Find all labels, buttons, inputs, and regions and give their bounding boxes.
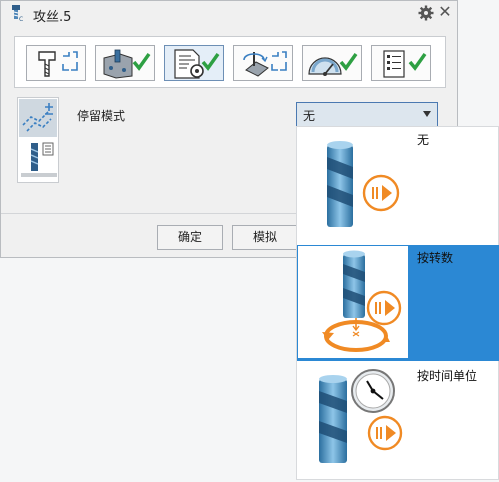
tap-tool-icon: C <box>12 5 23 22</box>
tap-params-tab[interactable] <box>19 139 57 177</box>
dwell-mode-value: 无 <box>303 109 316 123</box>
title-bar[interactable]: C 攻丝.5 ✕ <box>1 1 457 27</box>
dwell-mode-label: 停留模式 <box>77 109 126 123</box>
geometry-button[interactable] <box>95 45 155 81</box>
option-label: 无 <box>417 133 430 147</box>
dwell-mode-select[interactable]: 无 <box>296 102 438 127</box>
dwell-path-icon <box>22 103 53 132</box>
checklist-button[interactable] <box>371 45 431 81</box>
dropdown-option-time[interactable]: 按时间单位 <box>297 363 499 479</box>
checkmark-icon <box>408 52 427 71</box>
tap-dwell-time-icon <box>319 369 403 463</box>
speedometer-icon <box>308 57 342 76</box>
feed-rate-icon <box>243 52 269 77</box>
dropdown-option-revolutions[interactable]: 按转数 <box>297 245 499 361</box>
tap-params-icon <box>21 142 57 177</box>
tap-tool-icon <box>38 51 56 77</box>
checkmark-icon <box>201 52 220 71</box>
tap-no-dwell-icon <box>327 141 400 227</box>
side-tab-strip <box>17 97 59 183</box>
tap-dwell-revolutions-icon <box>322 250 402 352</box>
gear-icon[interactable] <box>418 5 434 21</box>
arrows-sync-icon <box>271 51 287 71</box>
checkmark-icon <box>339 52 358 71</box>
dropdown-option-none[interactable]: 无 <box>297 127 499 243</box>
dwell-mode-tab[interactable] <box>19 99 57 137</box>
ok-button[interactable]: 确定 <box>157 225 223 250</box>
option-label: 按转数 <box>417 251 454 265</box>
checkmark-icon <box>132 52 151 71</box>
strategy-settings-icon <box>174 49 204 79</box>
macros-button[interactable] <box>302 45 362 81</box>
simulate-button[interactable]: 模拟 <box>232 225 298 250</box>
feeds-speeds-button[interactable] <box>233 45 293 81</box>
svg-text:C: C <box>19 16 23 22</box>
checklist-icon <box>383 50 405 78</box>
window-title: 攻丝.5 <box>33 10 72 25</box>
tool-setup-button[interactable] <box>26 45 86 81</box>
chevron-down-icon <box>423 111 431 117</box>
option-label: 按时间单位 <box>417 369 478 383</box>
part-geometry-icon <box>103 49 133 79</box>
strategy-button[interactable] <box>164 45 224 81</box>
close-icon[interactable]: ✕ <box>437 4 453 20</box>
arrows-sync-icon <box>62 51 78 71</box>
tab-toolbar <box>14 36 446 88</box>
dwell-mode-dropdown: 无 按转数 按时间单位 <box>296 126 499 480</box>
